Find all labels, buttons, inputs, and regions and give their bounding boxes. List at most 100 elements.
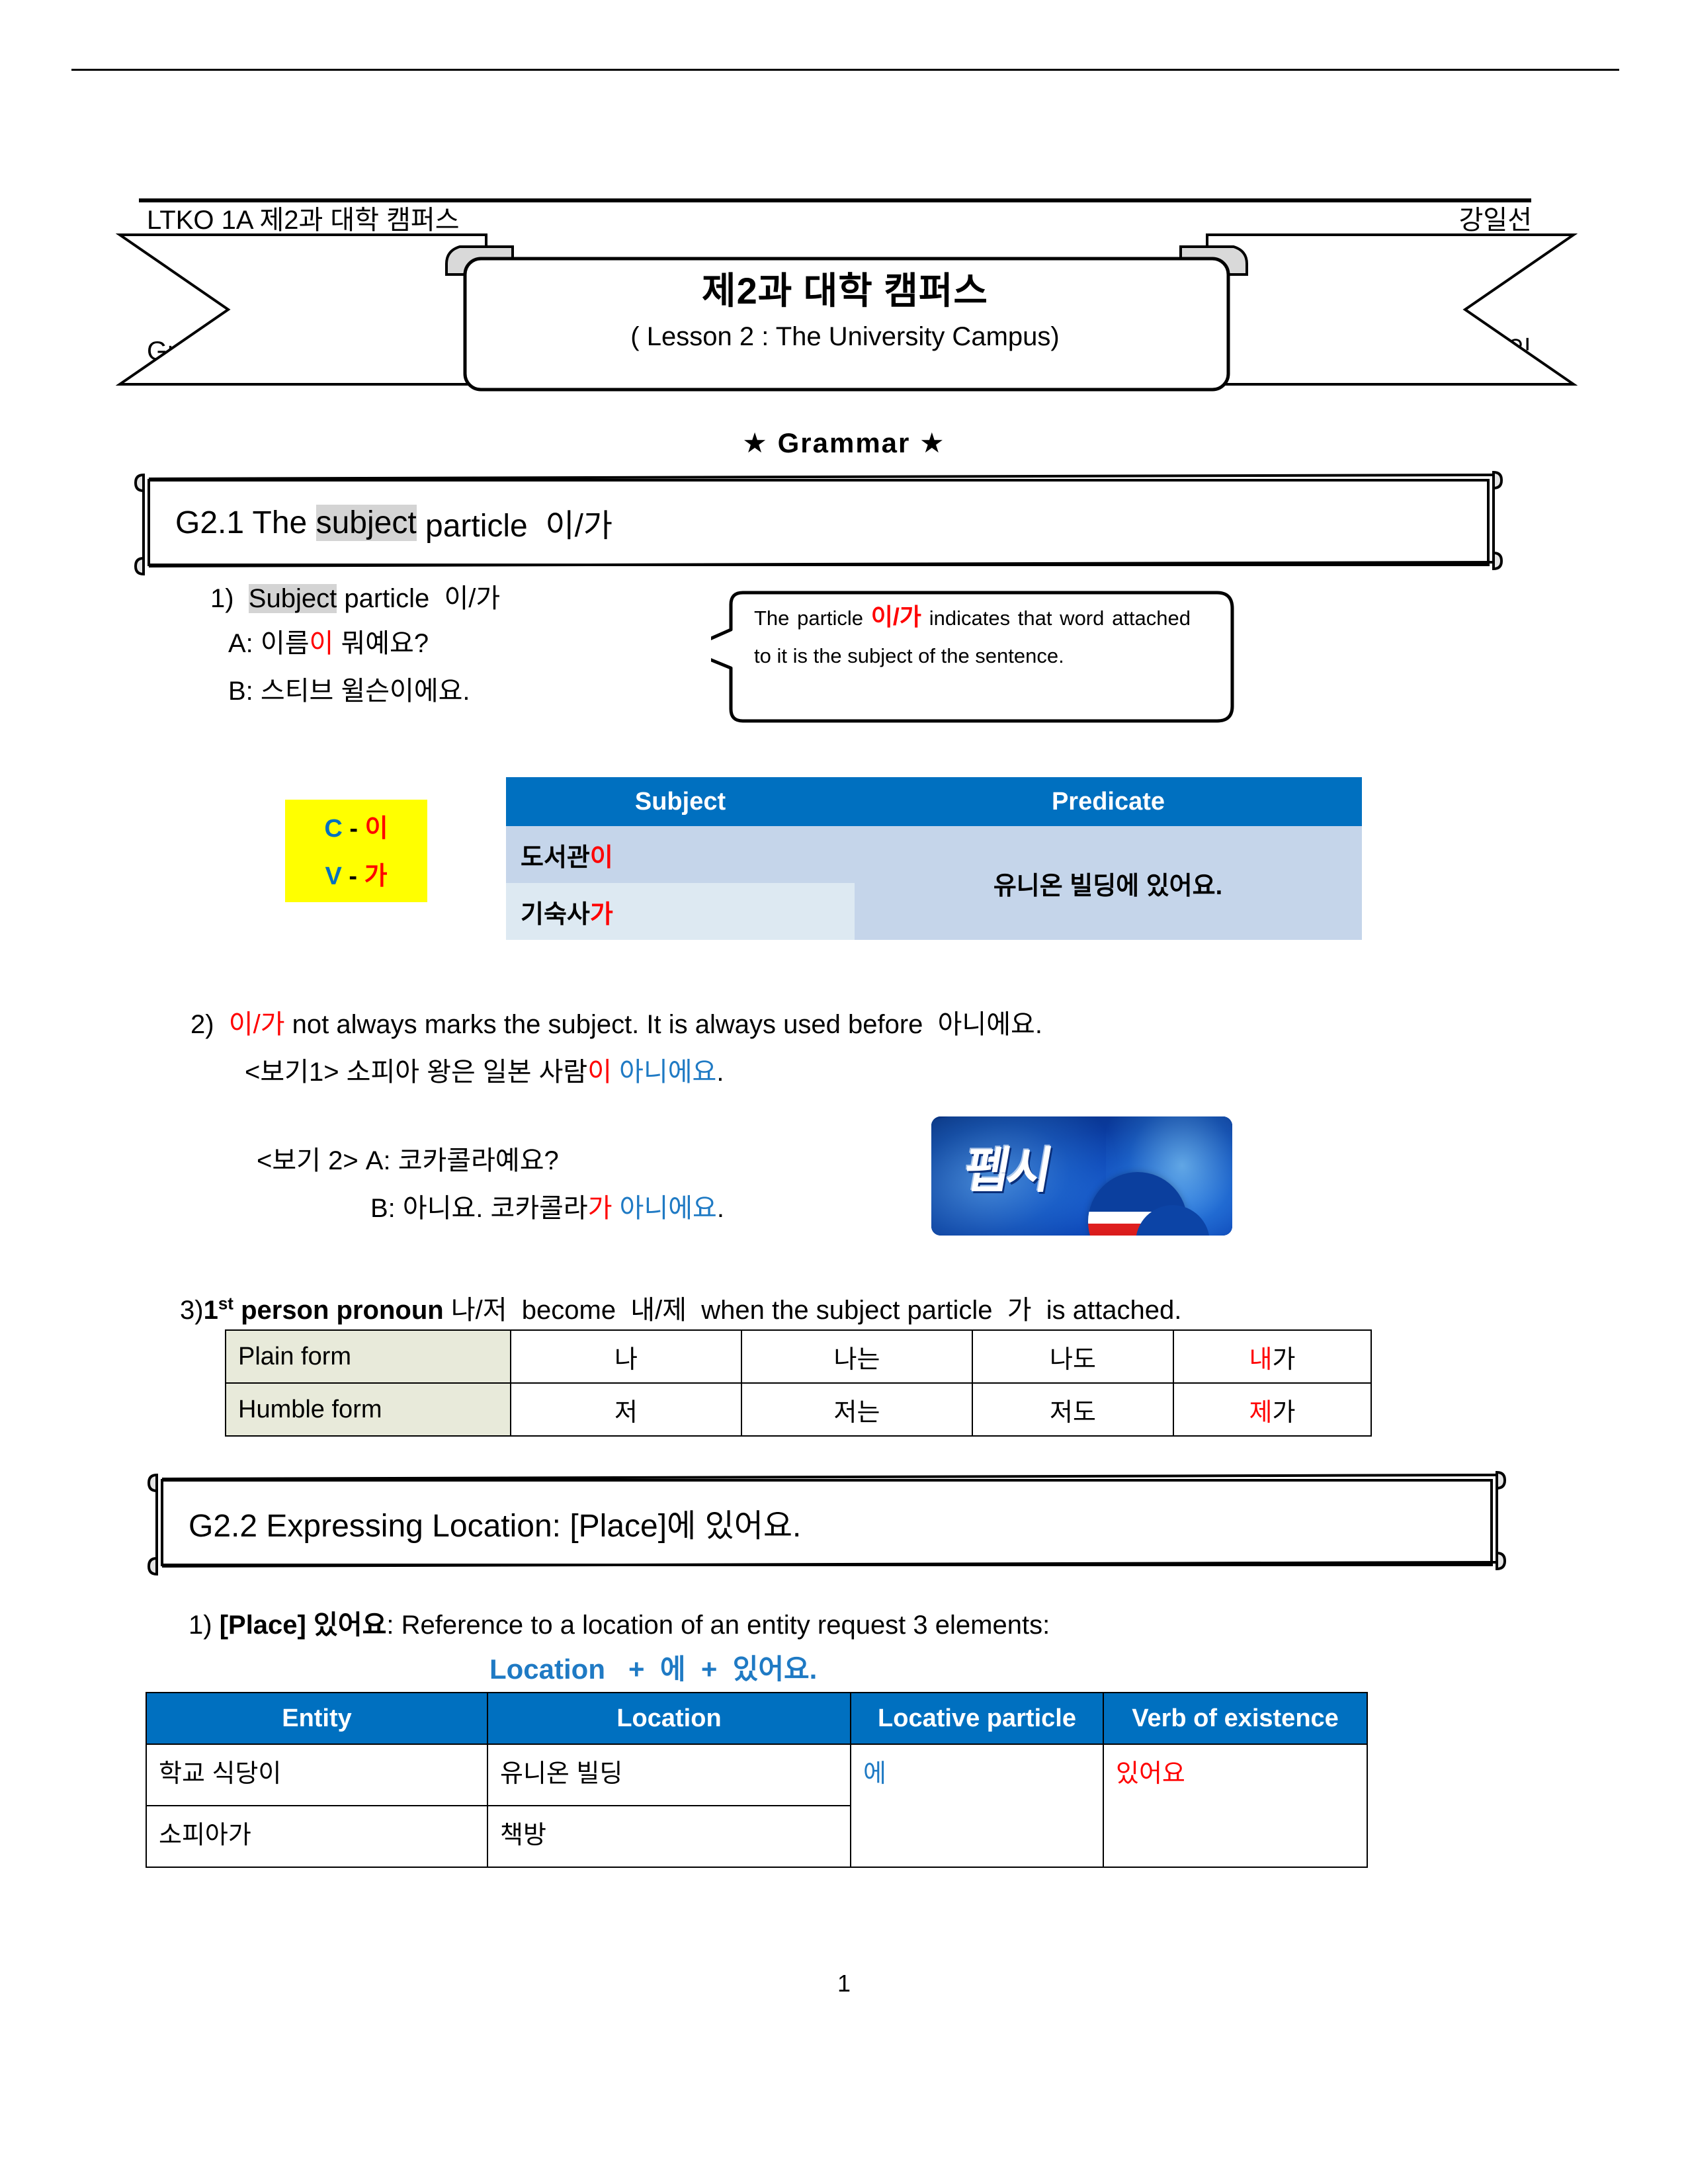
g22-item1-line: 1) [Place] 있어요: Reference to a location … [189,1603,1050,1642]
plain-cell-3: 나도 [972,1329,1174,1384]
subject-predicate-table: Subject Predicate 도서관이 유니온 빌딩에 있어요. 기숙사가 [506,777,1362,940]
particle-callout: The particle 이/가 indicates that word att… [711,589,1237,724]
document-page: LTKO 1A 제2과 대학 캠퍼스 Grammar 강일선 2014년 10월… [0,0,1688,2184]
cell-location-1: 유니온 빌딩 [487,1743,851,1806]
ex1-label: <보기1> 소피아 왕은 일본 사람 [245,1058,588,1087]
humble-cell-2: 저는 [741,1382,973,1437]
plain-cell-4-red: 내 [1249,1345,1273,1374]
table-row: 도서관이 유니온 빌딩에 있어요. [506,826,1362,940]
g21-dialogue-b: B: 스티브 윌슨이에요. [228,677,470,706]
cv-row1-dash: - [342,815,365,843]
g21-heading-part-c: particle 이/가 [416,509,613,544]
plain-cell-4-rest: 가 [1272,1345,1296,1374]
pronoun-form-table: Plain form 나 나는 나도 내가 Humble form 저 저는 저… [225,1329,1372,1437]
g22-item1-korean: 있어요 [306,1611,387,1640]
subject-1-base: 도서관 [521,843,590,872]
location-structure-table: Entity Location Locative particle Verb o… [146,1692,1368,1868]
plain-cell-1: 나 [510,1329,742,1384]
ex1-negative: 아니에요 [612,1058,717,1087]
ex1-particle: 이 [587,1058,612,1087]
ex2-b-period: . [716,1194,724,1223]
humble-cell-1: 저 [510,1382,742,1437]
header-verb-of-existence: Verb of existence [1103,1692,1368,1745]
pepsi-logo-image: 펩시 [931,1116,1232,1236]
g21-example-2-b: B: 아니요. 코카콜라가 아니에요. [370,1187,724,1225]
g21-item3-superscript: st [218,1293,233,1314]
g21-heading-part-a: G2.1 The [175,505,316,540]
cell-predicate: 유니온 빌딩에 있어요. [855,826,1362,940]
plain-cell-4: 내가 [1173,1329,1372,1384]
g21-heading-banner: G2.1 The subject particle 이/가 [129,470,1508,575]
g21-item3-rest: 나/저 become 내/제 when the subject particle… [443,1296,1182,1325]
callout-text: The particle 이/가 indicates that word att… [754,598,1191,675]
g21-item3-num: 3) [180,1296,204,1325]
lesson-subtitle: ( Lesson 2 : The University Campus) [630,322,1060,351]
cv-rule-row-1: C - 이 [285,805,427,853]
ex2-b-prefix: B: 아니요. 코카콜라 [370,1194,588,1223]
page-number: 1 [837,1970,851,1997]
formula-verb: 있어요. [732,1654,818,1685]
header-location: Location [487,1692,851,1745]
cv-row2-dash: - [341,862,364,890]
g21-item2-num: 2) [190,1010,229,1039]
cv-row2-particle: 가 [364,862,388,890]
g21-item1-highlight: Subject [248,584,337,613]
cv-row1-particle: 이 [364,815,388,843]
cv-row2-type: V [325,862,342,890]
cell-entity-2: 소피아가 [146,1805,488,1868]
g21-dialogue-a-rest: 뭐예요? [333,629,429,658]
g21-item3-bold-b: person pronoun [233,1296,444,1325]
g21-heading-text: G2.1 The subject particle 이/가 [175,470,612,575]
humble-cell-4-red: 제 [1249,1398,1273,1427]
g22-heading-text: G2.2 Expressing Location: [Place]에 있어요. [189,1509,802,1544]
header-subject: Subject [506,777,855,826]
cv-rule-row-2: V - 가 [285,853,427,900]
formula-particle: 에 [659,1654,686,1685]
header-locative-particle: Locative particle [850,1692,1104,1745]
ex2-b-particle: 가 [587,1194,612,1223]
consonant-vowel-rule-box: C - 이 V - 가 [285,800,427,902]
formula-plus-1: + [605,1654,660,1685]
g21-example-1: <보기1> 소피아 왕은 일본 사람이 아니에요. [245,1050,724,1089]
table-row: Plain form 나 나는 나도 내가 [225,1329,1372,1384]
g22-item1-num: 1) [189,1611,220,1640]
cell-subject-2: 기숙사가 [506,883,855,940]
g22-item1-rest: : Reference to a location of an entity r… [386,1611,1050,1640]
g21-item1-label: 1) Subject particle 이/가 [210,577,500,615]
g21-dialogue-a: A: 이름이 뭐예요? [228,622,429,660]
subject-2-base: 기숙사 [521,900,590,929]
row-label-plain: Plain form [225,1329,511,1384]
g21-item3-line: 3)1st person pronoun 나/저 become 내/제 when… [180,1288,1181,1327]
ex1-period: . [716,1058,724,1087]
cv-row1-type: C [324,815,343,843]
g21-item2-particle: 이/가 [228,1010,285,1039]
formula-plus-2: + [685,1654,733,1685]
g22-item1-place: [Place] [219,1611,306,1640]
lesson-title: 제2과 대학 캠퍼스 [702,270,988,312]
subject-2-particle: 가 [589,900,613,929]
grammar-star-heading: ★ Grammar ★ [742,427,946,458]
cell-location-2: 책방 [487,1805,851,1868]
row-label-humble: Humble form [225,1382,511,1437]
ex2-b-negative: 아니에요 [612,1194,717,1223]
g21-item2-text: not always marks the subject. It is alwa… [284,1010,1042,1039]
header-entity: Entity [146,1692,488,1745]
g21-dialogue-a-particle: 이 [309,629,334,658]
pepsi-wordmark: 펩시 [960,1143,1055,1198]
humble-cell-4: 제가 [1173,1382,1372,1437]
formula-location: Location [489,1654,605,1685]
header-top-rule [71,69,1619,71]
g21-item1-num: 1) [210,584,249,613]
plain-cell-2: 나는 [741,1329,973,1384]
g21-item1-rest: particle 이/가 [337,584,501,613]
header-predicate: Predicate [855,777,1362,826]
g21-item3-bold-a: 1 [203,1296,218,1325]
callout-text-a: The particle [754,607,871,630]
header-bottom-rule [139,198,1531,202]
g21-heading-highlight: subject [316,504,417,541]
table-header-row: Subject Predicate [506,777,1362,826]
cell-locative-particle: 에 [850,1743,1104,1868]
callout-particle: 이/가 [870,603,922,630]
table-row: 학교 식당이 유니온 빌딩 에 있어요 [146,1743,1368,1868]
humble-cell-3: 저도 [972,1382,1174,1437]
